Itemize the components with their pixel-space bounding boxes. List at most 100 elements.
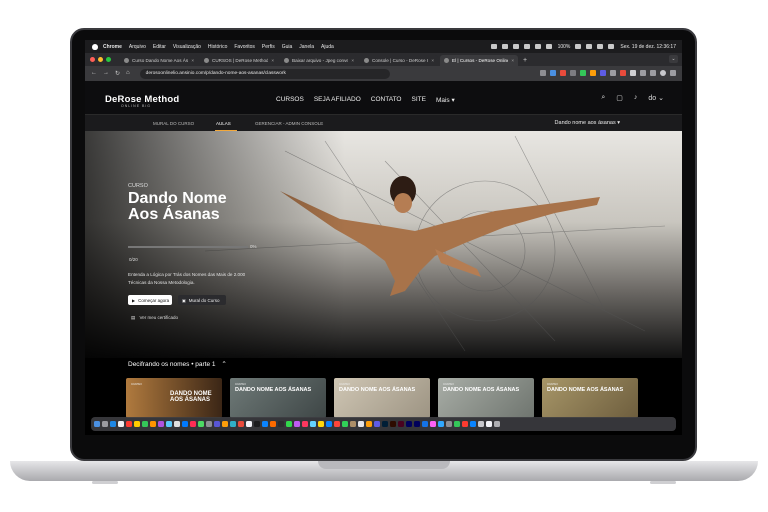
moon-icon[interactable] (523, 44, 530, 49)
search-icon[interactable] (597, 44, 604, 49)
dock-app-icon[interactable] (150, 421, 156, 427)
menubar-clock[interactable]: Sex. 19 de dez. 12:36:17 (620, 44, 676, 50)
close-window-icon[interactable] (90, 57, 95, 62)
extension-icon[interactable] (620, 70, 626, 76)
dock-app-icon[interactable] (302, 421, 308, 427)
menu-arquivo[interactable]: Arquivo (129, 44, 146, 50)
menu-ajuda[interactable]: Ajuda (321, 44, 334, 50)
dock-app-icon[interactable] (190, 421, 196, 427)
bluetooth-icon[interactable] (545, 44, 552, 49)
extension-icon[interactable] (600, 70, 606, 76)
dock-app-icon[interactable] (198, 421, 204, 427)
tab-close-icon[interactable]: × (351, 58, 354, 63)
browser-tab[interactable]: Curso Dando Nome Aos Ásan × (120, 55, 198, 66)
after-effects-icon[interactable] (414, 421, 420, 427)
trash-icon[interactable] (494, 421, 500, 427)
tab-search-chevron-icon[interactable]: ⌄ (669, 55, 678, 63)
back-arrow-icon[interactable]: ← (91, 70, 97, 77)
download-icon[interactable] (640, 70, 646, 76)
dock-app-icon[interactable] (278, 421, 284, 427)
dock-app-icon[interactable] (350, 421, 356, 427)
dock-app-icon[interactable] (286, 421, 292, 427)
tab-gerenciar-admin-console[interactable]: GERENCIAR - ADMIN CONSOLE (255, 121, 323, 126)
dock-app-icon[interactable] (214, 421, 220, 427)
browser-tab[interactable]: CURSOS | DeRose Method | ... × (200, 55, 278, 66)
lesson-card[interactable]: CURSO DANDO NOME AOS ÁSANAS (126, 378, 222, 418)
search-icon[interactable]: ⌕ (601, 94, 605, 102)
address-bar[interactable]: derosoonlinelio.ansinio.com/p/dando-nome… (139, 68, 390, 79)
dock-app-icon[interactable] (246, 421, 252, 427)
tab-close-icon[interactable]: × (271, 58, 274, 63)
photoshop-icon[interactable] (382, 421, 388, 427)
dock-app-icon[interactable] (422, 421, 428, 427)
menu-janela[interactable]: Janela (299, 44, 314, 50)
wifi-icon[interactable] (586, 44, 593, 49)
dock-app-icon[interactable] (358, 421, 364, 427)
dock-app-icon[interactable] (182, 421, 188, 427)
lesson-card[interactable]: CURSO DANDO NOME AOS ÁSANAS (334, 378, 430, 418)
nav-seja-afiliado[interactable]: SEJA AFILIADO (314, 96, 361, 104)
status-icon[interactable] (490, 44, 497, 49)
menu-editar[interactable]: Editar (153, 44, 166, 50)
side-panel-icon[interactable] (650, 70, 656, 76)
bookmark-star-icon[interactable] (540, 70, 546, 76)
browser-tab-active[interactable]: El | Cursos - DeRose Online × (440, 55, 518, 66)
course-wall-button[interactable]: ▣ Mural do Curso (178, 295, 226, 305)
dock-app-icon[interactable] (438, 421, 444, 427)
dock-app-icon[interactable] (366, 421, 372, 427)
downloads-folder-icon[interactable] (486, 421, 492, 427)
extension-icon[interactable] (580, 70, 586, 76)
dock-app-icon[interactable] (158, 421, 164, 427)
dock-app-icon[interactable] (294, 421, 300, 427)
menu-perfis[interactable]: Perfis (262, 44, 275, 50)
dock-app-icon[interactable] (230, 421, 236, 427)
apple-icon[interactable] (92, 43, 98, 50)
zoom-window-icon[interactable] (106, 57, 111, 62)
dock-app-icon[interactable] (270, 421, 276, 427)
dock-app-icon[interactable] (478, 421, 484, 427)
module-header[interactable]: Decifrando os nomes • parte 1 ⌃ (128, 360, 227, 368)
cart-icon[interactable]: ▢ (616, 94, 623, 102)
battery-icon[interactable] (575, 44, 582, 49)
dock-app-icon[interactable] (446, 421, 452, 427)
status-icon[interactable] (501, 44, 508, 49)
tab-close-icon[interactable]: × (431, 58, 434, 63)
dock-app-icon[interactable] (134, 421, 140, 427)
home-icon[interactable]: ⌂ (126, 70, 130, 77)
control-center-icon[interactable] (608, 44, 615, 49)
dock-app-icon[interactable] (222, 421, 228, 427)
dock-app-icon[interactable] (470, 421, 476, 427)
extension-icon[interactable] (560, 70, 566, 76)
browser-tab[interactable]: Console | Curso - DeRose I... × (360, 55, 438, 66)
dock-app-icon[interactable] (206, 421, 212, 427)
nav-mais[interactable]: Mais ▾ (436, 96, 455, 104)
dock-app-icon[interactable] (318, 421, 324, 427)
status-icon[interactable] (512, 44, 519, 49)
extension-icon[interactable] (570, 70, 576, 76)
launchpad-icon[interactable] (102, 421, 108, 427)
tab-aulas[interactable]: AULAS (216, 121, 231, 126)
dock-app-icon[interactable] (262, 421, 268, 427)
extension-icon[interactable] (550, 70, 556, 76)
nav-site[interactable]: SITE (411, 96, 425, 104)
dock-app-icon[interactable] (142, 421, 148, 427)
dock-app-icon[interactable] (342, 421, 348, 427)
dock-app-icon[interactable] (462, 421, 468, 427)
extension-icon[interactable] (630, 70, 636, 76)
dock-app-icon[interactable] (118, 421, 124, 427)
start-now-button[interactable]: ▶ Começar agora (128, 295, 172, 305)
dock-app-icon[interactable] (310, 421, 316, 427)
dock-app-icon[interactable] (454, 421, 460, 427)
lesson-card[interactable]: CURSO DANDO NOME AOS ÁSANAS (542, 378, 638, 418)
kebab-menu-icon[interactable] (670, 70, 676, 76)
user-menu[interactable]: do ⌄ (648, 94, 664, 102)
extension-icon[interactable] (610, 70, 616, 76)
chevron-up-icon[interactable]: ⌃ (221, 361, 226, 368)
indesign-icon[interactable] (398, 421, 404, 427)
menu-historico[interactable]: Histórico (208, 44, 227, 50)
profile-avatar-icon[interactable] (660, 70, 666, 76)
lesson-card[interactable]: CURSO DANDO NOME AOS ÁSANAS (230, 378, 326, 418)
tab-close-icon[interactable]: × (191, 58, 194, 63)
dock-app-icon[interactable] (326, 421, 332, 427)
dock-app-icon[interactable] (166, 421, 172, 427)
